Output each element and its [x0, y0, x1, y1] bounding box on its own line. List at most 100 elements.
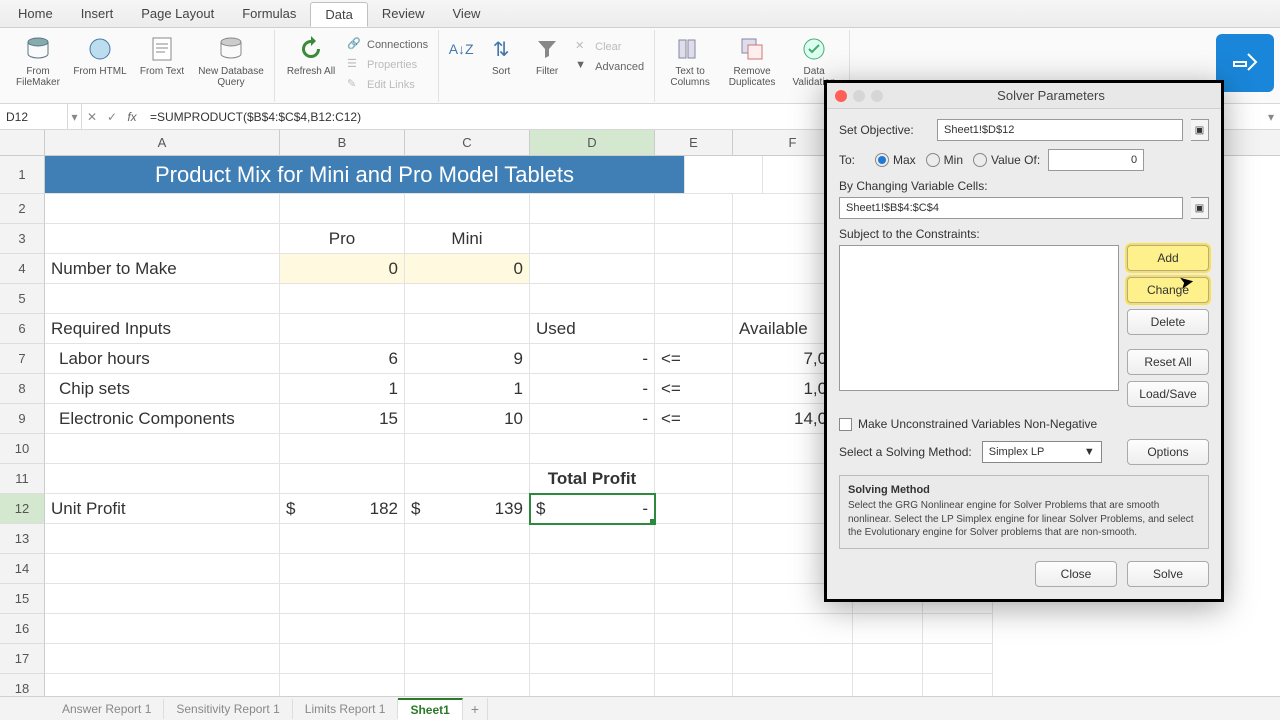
row-header-12[interactable]: 12: [0, 494, 45, 524]
row-header-10[interactable]: 10: [0, 434, 45, 464]
cell[interactable]: <=: [655, 404, 733, 434]
cell[interactable]: [655, 494, 733, 524]
cell[interactable]: [405, 584, 530, 614]
cell-label[interactable]: Unit Profit: [45, 494, 280, 524]
menu-tab-pagelayout[interactable]: Page Layout: [127, 2, 228, 25]
row-header-5[interactable]: 5: [0, 284, 45, 314]
menu-tab-review[interactable]: Review: [368, 2, 439, 25]
cell[interactable]: [280, 464, 405, 494]
cell[interactable]: [280, 194, 405, 224]
load-save-button[interactable]: Load/Save: [1127, 381, 1209, 407]
cell[interactable]: [45, 224, 280, 254]
cell[interactable]: [530, 614, 655, 644]
cell-ntm-mini[interactable]: 0: [405, 254, 530, 284]
cell[interactable]: [530, 434, 655, 464]
active-cell-d12[interactable]: $-: [530, 494, 655, 524]
radio-max[interactable]: Max: [875, 153, 916, 167]
cell-ntm-pro[interactable]: 0: [280, 254, 405, 284]
text-to-columns-button[interactable]: Text to Columns: [663, 32, 717, 88]
cell[interactable]: [655, 554, 733, 584]
cell[interactable]: [280, 644, 405, 674]
fx-button[interactable]: fx: [122, 110, 142, 124]
cell[interactable]: [655, 254, 733, 284]
cell[interactable]: [405, 524, 530, 554]
menu-tab-view[interactable]: View: [439, 2, 495, 25]
cell[interactable]: -: [530, 404, 655, 434]
cell[interactable]: [280, 314, 405, 344]
cell[interactable]: [45, 554, 280, 584]
cell[interactable]: [530, 644, 655, 674]
col-header-d[interactable]: D: [530, 130, 655, 155]
cell[interactable]: [530, 554, 655, 584]
radio-min[interactable]: Min: [926, 153, 963, 167]
cell[interactable]: 10: [405, 404, 530, 434]
cell[interactable]: [405, 194, 530, 224]
title-cell[interactable]: Product Mix for Mini and Pro Model Table…: [45, 156, 685, 194]
cell[interactable]: [530, 194, 655, 224]
cell[interactable]: 1: [280, 374, 405, 404]
cell[interactable]: [280, 674, 405, 696]
solver-ribbon-button[interactable]: [1216, 34, 1274, 92]
options-button[interactable]: Options: [1127, 439, 1209, 465]
cell[interactable]: [733, 614, 853, 644]
row-header-9[interactable]: 9: [0, 404, 45, 434]
cell[interactable]: [280, 524, 405, 554]
sort-button[interactable]: ⇅ Sort: [481, 32, 521, 77]
cell[interactable]: [530, 284, 655, 314]
solving-method-select[interactable]: Simplex LP▼: [982, 441, 1102, 463]
row-header-16[interactable]: 16: [0, 614, 45, 644]
constraints-list[interactable]: [839, 245, 1119, 391]
cell[interactable]: [280, 584, 405, 614]
changing-cells-input[interactable]: Sheet1!$B$4:$C$4: [839, 197, 1183, 219]
solve-button[interactable]: Solve: [1127, 561, 1209, 587]
sheet-tab-answer[interactable]: Answer Report 1: [50, 699, 164, 719]
cell[interactable]: [280, 434, 405, 464]
cell-label[interactable]: Required Inputs: [45, 314, 280, 344]
cell-pro-header[interactable]: Pro: [280, 224, 405, 254]
cell[interactable]: [853, 674, 923, 696]
row-header-1[interactable]: 1: [0, 156, 45, 194]
nonneg-checkbox[interactable]: [839, 418, 852, 431]
cell[interactable]: [45, 194, 280, 224]
cell[interactable]: 6: [280, 344, 405, 374]
refresh-all-button[interactable]: Refresh All: [283, 32, 339, 77]
menu-tab-formulas[interactable]: Formulas: [228, 2, 310, 25]
cell-label[interactable]: Labor hours: [45, 344, 280, 374]
cell[interactable]: [45, 524, 280, 554]
formula-expand-button[interactable]: ▾: [1262, 104, 1280, 129]
properties-button[interactable]: ☰Properties: [345, 56, 430, 74]
cell[interactable]: 1: [405, 374, 530, 404]
cell[interactable]: [655, 464, 733, 494]
col-header-e[interactable]: E: [655, 130, 733, 155]
cell[interactable]: [655, 194, 733, 224]
reset-all-button[interactable]: Reset All: [1127, 349, 1209, 375]
cell[interactable]: [655, 224, 733, 254]
row-header-3[interactable]: 3: [0, 224, 45, 254]
cell[interactable]: $182: [280, 494, 405, 524]
cell[interactable]: [655, 314, 733, 344]
row-header-4[interactable]: 4: [0, 254, 45, 284]
add-sheet-button[interactable]: +: [463, 698, 488, 720]
cell[interactable]: [45, 584, 280, 614]
cell[interactable]: [45, 674, 280, 696]
connections-button[interactable]: 🔗Connections: [345, 36, 430, 54]
cell[interactable]: [923, 644, 993, 674]
row-header-15[interactable]: 15: [0, 584, 45, 614]
cell[interactable]: [530, 524, 655, 554]
cell[interactable]: [733, 644, 853, 674]
cell-used-header[interactable]: Used: [530, 314, 655, 344]
accept-formula-button[interactable]: ✓: [102, 110, 122, 124]
col-header-b[interactable]: B: [280, 130, 405, 155]
cell[interactable]: [655, 644, 733, 674]
from-html-button[interactable]: From HTML: [72, 32, 128, 77]
cell[interactable]: -: [530, 374, 655, 404]
cell-mini-header[interactable]: Mini: [405, 224, 530, 254]
from-text-button[interactable]: From Text: [134, 32, 190, 77]
cell[interactable]: [405, 554, 530, 584]
cell[interactable]: [530, 224, 655, 254]
row-header-2[interactable]: 2: [0, 194, 45, 224]
change-constraint-button[interactable]: Change: [1127, 277, 1209, 303]
cell-label[interactable]: Chip sets: [45, 374, 280, 404]
cell[interactable]: [733, 674, 853, 696]
cell[interactable]: [45, 644, 280, 674]
